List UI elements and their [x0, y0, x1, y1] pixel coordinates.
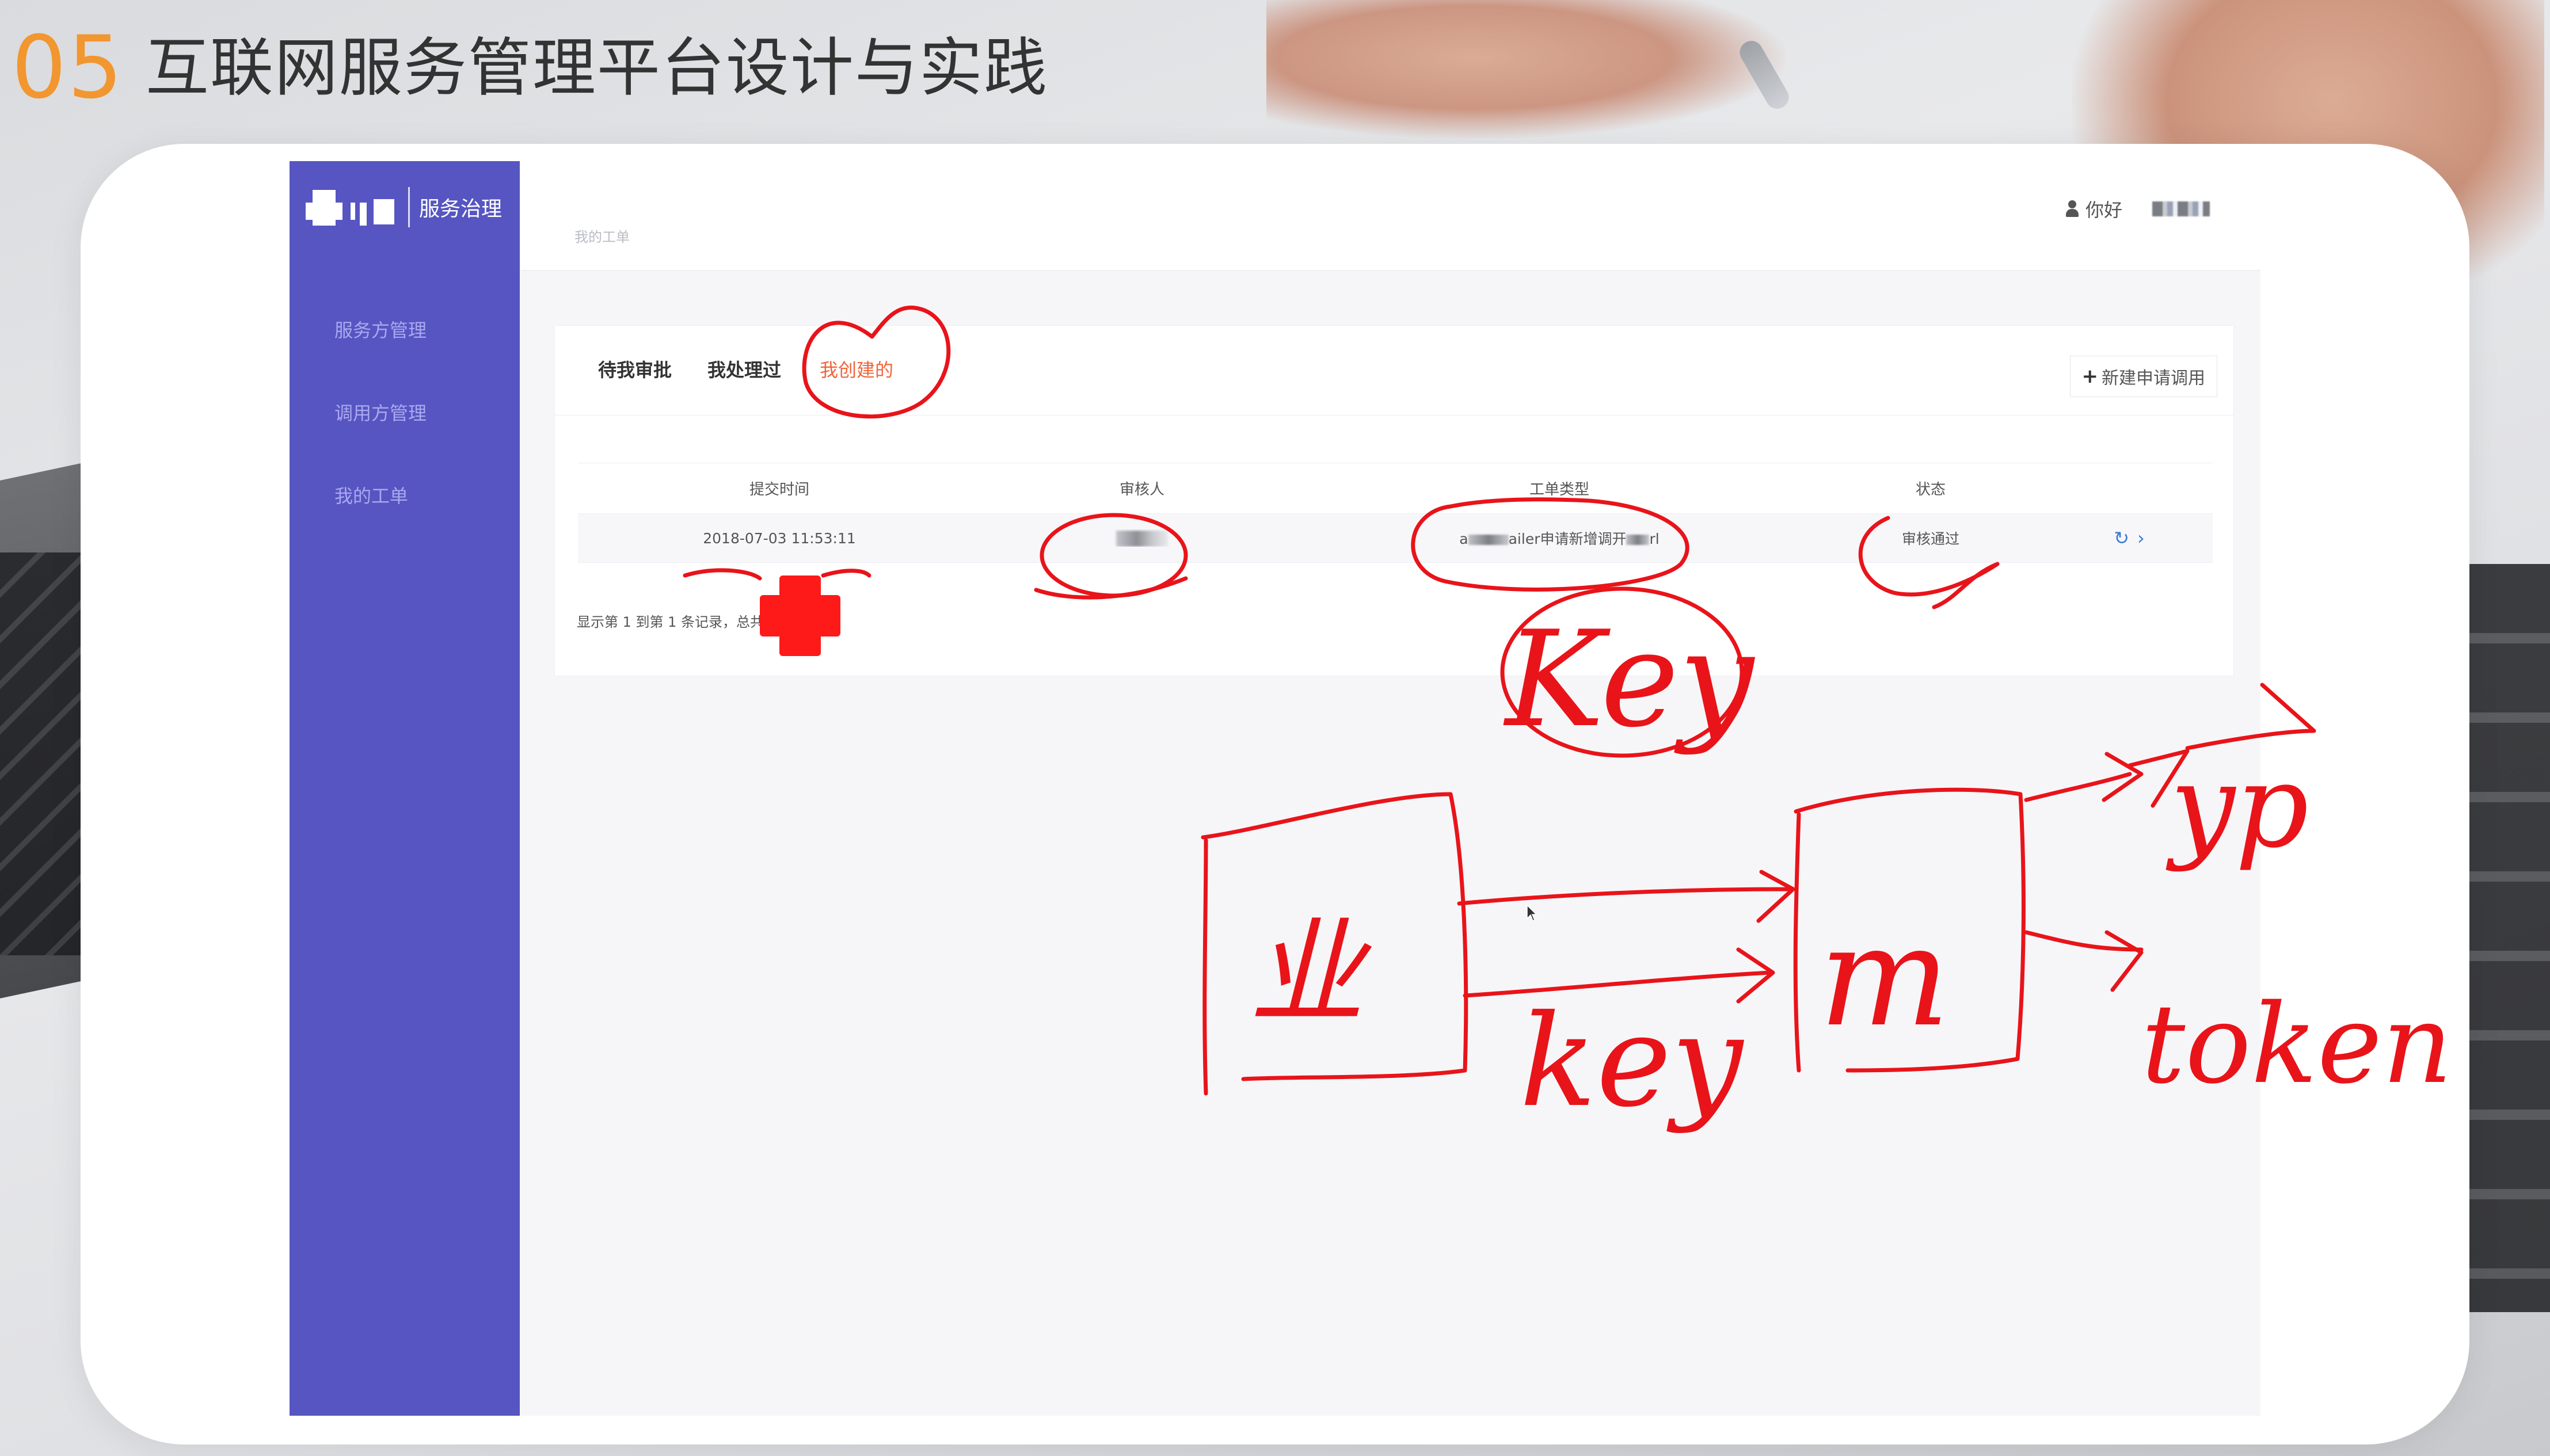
tab-created-by-me[interactable]: 我创建的 [820, 356, 893, 382]
table-row[interactable]: 2018-07-03 11:53:11 a ailer申请新增调开 rl 审核通过 … [578, 513, 2213, 563]
brand[interactable]: 服务治理 [301, 173, 514, 242]
row-actions: ↻ › [2046, 527, 2213, 549]
sidebar-nav: 服务方管理 调用方管理 我的工单 [290, 288, 520, 536]
brand-text: 服务治理 [419, 197, 503, 221]
user-name-redacted [2152, 201, 2210, 216]
slide-title: 05 互联网服务管理平台设计与实践 [12, 10, 1048, 125]
background-keyboard-left [0, 552, 86, 955]
sidebar-item-my-tickets[interactable]: 我的工单 [290, 453, 520, 536]
ticket-type-prefix: a [1459, 531, 1468, 547]
ticket-type-redacted-2 [1626, 535, 1650, 545]
brand-divider [408, 187, 410, 227]
column-submit-time[interactable]: 提交时间 [578, 478, 981, 499]
new-request-button[interactable]: + 新建申请调用 [2069, 356, 2217, 397]
cell-submit-time: 2018-07-03 11:53:11 [703, 529, 856, 547]
plus-icon: + [2081, 365, 2099, 388]
table-header: 提交时间 审核人 工单类型 状态 [578, 463, 2213, 513]
tickets-table: 提交时间 审核人 工单类型 状态 2018-07-03 11:53:11 a ai… [578, 463, 2213, 563]
tab-processed[interactable]: 我处理过 [707, 356, 781, 382]
mouse-cursor-icon [1527, 905, 1537, 921]
sidebar-item-provider-management[interactable]: 服务方管理 [290, 288, 520, 371]
new-request-label: 新建申请调用 [2102, 368, 2205, 388]
refresh-icon[interactable]: ↻ [2114, 527, 2129, 549]
logo-icon [301, 178, 399, 236]
cell-status: 审核通过 [1901, 531, 1959, 547]
user-greeting: 你好 [2085, 199, 2122, 221]
cell-reviewer [981, 529, 1303, 547]
sidebar-item-caller-management[interactable]: 调用方管理 [290, 371, 520, 453]
red-cross-mark [760, 575, 840, 656]
background-keyboard-right [2464, 564, 2550, 1312]
breadcrumb[interactable]: 我的工单 [574, 226, 630, 246]
background-hand [1266, 0, 1784, 138]
ticket-type-text: ailer申请新增调开 [1508, 531, 1627, 547]
column-ticket-type[interactable]: 工单类型 [1303, 478, 1816, 499]
ticket-type-suffix: rl [1649, 531, 1660, 547]
slide-heading: 互联网服务管理平台设计与实践 [145, 31, 1048, 105]
column-reviewer[interactable]: 审核人 [981, 478, 1303, 499]
chevron-right-icon[interactable]: › [2137, 527, 2145, 549]
tab-bar: 待我审批 我处理过 我创建的 + 新建申请调用 [555, 326, 2233, 416]
cell-ticket-type: a ailer申请新增调开 rl [1303, 528, 1816, 548]
pagination-summary: 显示第 1 到第 1 条记录，总共 [577, 614, 764, 630]
ticket-type-redacted [1468, 535, 1509, 545]
reviewer-redacted [1116, 531, 1168, 547]
user-menu[interactable]: 你好 [2065, 196, 2210, 222]
user-icon [2065, 200, 2079, 218]
slide-number: 05 [12, 18, 124, 118]
top-bar: 我的工单 你好 [520, 161, 2260, 270]
sidebar: 服务治理 服务方管理 调用方管理 我的工单 [290, 161, 520, 1416]
cell-actions: ↻ › [2046, 527, 2213, 549]
column-status[interactable]: 状态 [1816, 478, 2046, 499]
tab-pending-approval[interactable]: 待我审批 [598, 356, 672, 382]
app-window: 服务治理 服务方管理 调用方管理 我的工单 我的工单 你好 待我审批 我处理过 … [290, 161, 2260, 1416]
